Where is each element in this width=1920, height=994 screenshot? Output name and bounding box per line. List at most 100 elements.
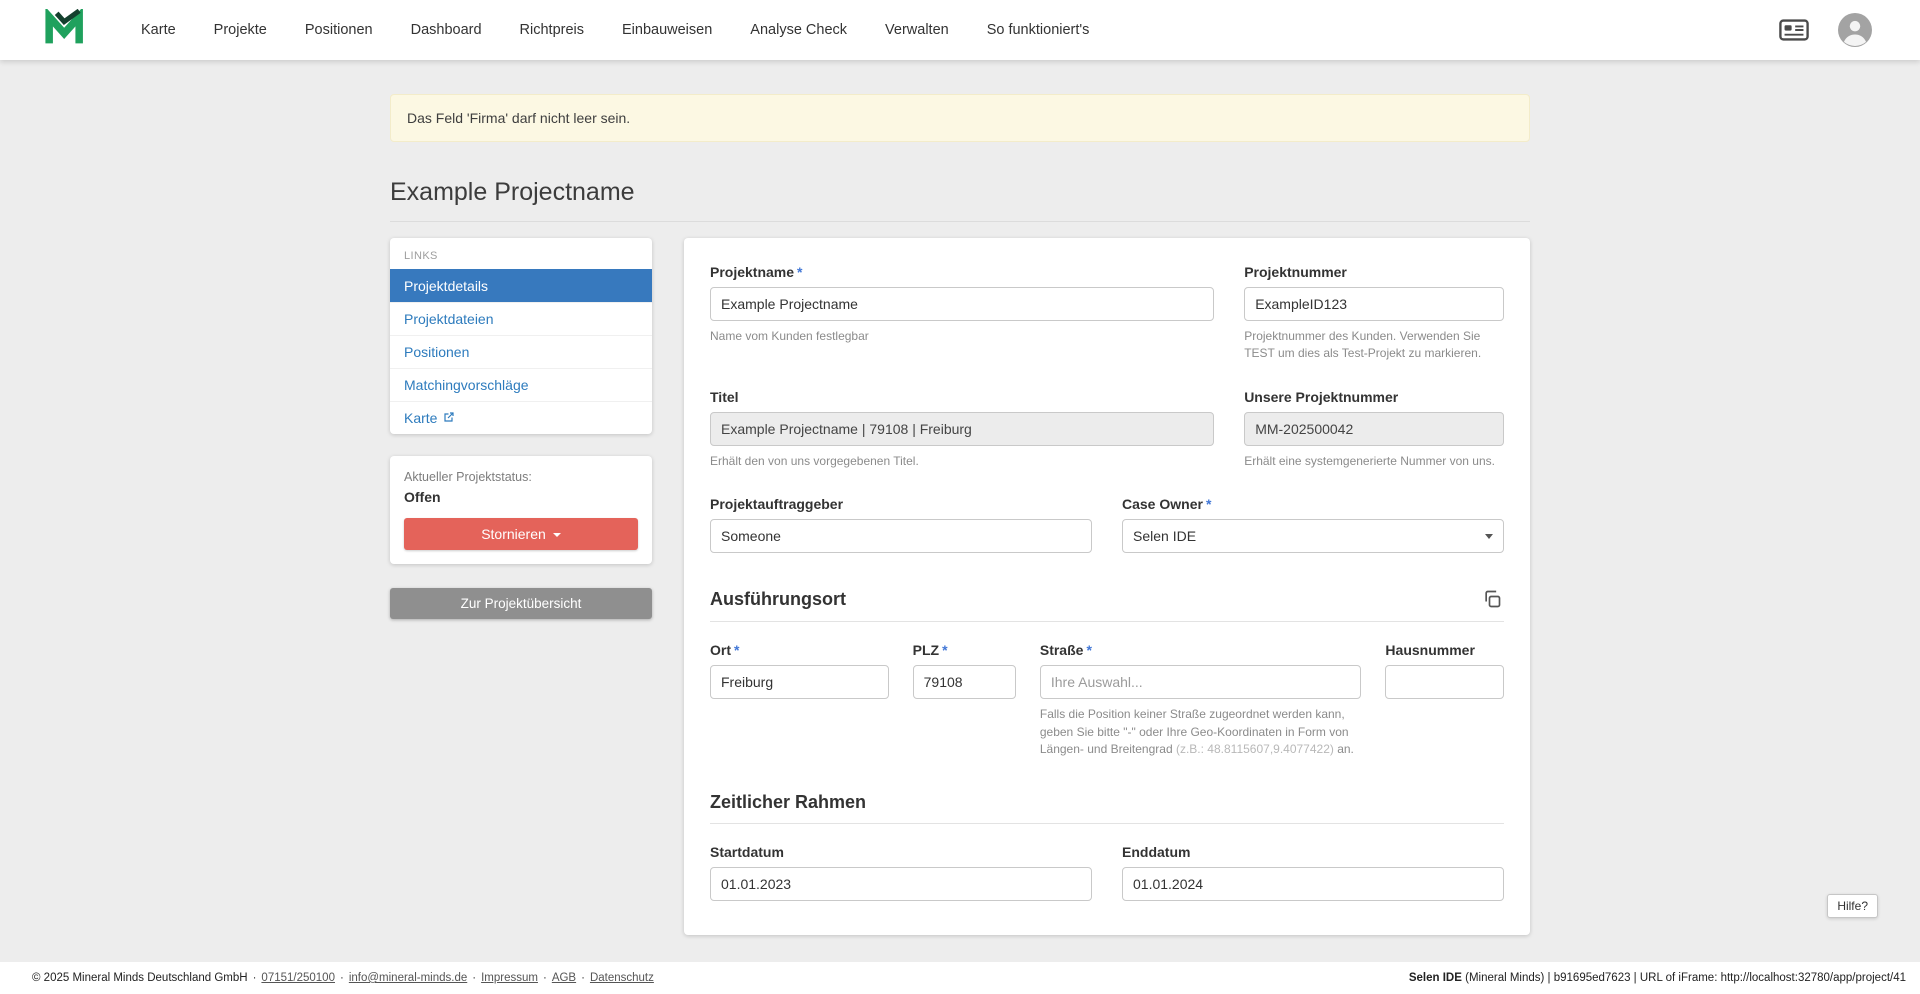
status-label: Aktueller Projektstatus: bbox=[404, 470, 638, 484]
field-plz: PLZ* bbox=[913, 642, 1016, 758]
footer-separator bbox=[576, 972, 590, 984]
project-details-form: Projektname* Name vom Kunden festlegbar … bbox=[684, 238, 1530, 935]
footer-impressum-link[interactable]: Impressum bbox=[481, 972, 538, 984]
footer: © 2025 Mineral Minds Deutschland GmbH 07… bbox=[0, 962, 1920, 994]
validation-alert: Das Feld 'Firma' darf nicht leer sein. bbox=[390, 94, 1530, 142]
ausfuehrungsort-title: Ausführungsort bbox=[710, 589, 846, 610]
projektnummer-hint: Projektnummer des Kunden. Verwenden Sie … bbox=[1244, 328, 1504, 363]
sidebar-item-label: Matchingvorschläge bbox=[404, 377, 529, 393]
stornieren-button[interactable]: Stornieren bbox=[404, 518, 638, 550]
alert-message: Das Feld 'Firma' darf nicht leer sein. bbox=[407, 110, 630, 126]
nav-item-karte[interactable]: Karte bbox=[141, 22, 176, 38]
field-enddatum: Enddatum bbox=[1122, 844, 1504, 901]
case-owner-select[interactable]: Selen IDE bbox=[1122, 519, 1504, 553]
projektauftraggeber-input[interactable] bbox=[710, 519, 1092, 553]
sidebar-item-positionen[interactable]: Positionen bbox=[390, 335, 652, 368]
zur-projektuebersicht-button[interactable]: Zur Projektübersicht bbox=[390, 588, 652, 619]
sidebar-item-label: Projektdetails bbox=[404, 278, 488, 294]
enddatum-label: Enddatum bbox=[1122, 844, 1504, 860]
projektname-input[interactable] bbox=[710, 287, 1214, 321]
nav-item-positionen[interactable]: Positionen bbox=[305, 22, 373, 38]
required-asterisk: * bbox=[942, 642, 947, 658]
projektnummer-label: Projektnummer bbox=[1244, 264, 1504, 280]
footer-agb-link[interactable]: AGB bbox=[552, 972, 576, 984]
sidebar-item-projektdateien[interactable]: Projektdateien bbox=[390, 302, 652, 335]
ort-input[interactable] bbox=[710, 665, 889, 699]
ort-label: Ort* bbox=[710, 642, 889, 658]
sidebar-item-projektdetails[interactable]: Projektdetails bbox=[390, 269, 652, 302]
field-strasse: Straße* Falls die Position keiner Straße… bbox=[1040, 642, 1362, 758]
field-projektnummer: Projektnummer Projektnummer des Kunden. … bbox=[1244, 264, 1504, 363]
mineral-minds-logo-icon bbox=[45, 9, 85, 51]
startdatum-input[interactable] bbox=[710, 867, 1092, 901]
sidebar-item-matchingvorschlaege[interactable]: Matchingvorschläge bbox=[390, 368, 652, 401]
field-startdatum: Startdatum bbox=[710, 844, 1092, 901]
nav-item-so-funktionierts[interactable]: So funktioniert's bbox=[987, 22, 1090, 38]
case-owner-value: Selen IDE bbox=[1133, 528, 1196, 544]
external-link-icon bbox=[443, 410, 455, 426]
navbar-right bbox=[1776, 11, 1874, 49]
footer-email-link[interactable]: info@mineral-minds.de bbox=[349, 972, 467, 984]
plz-label: PLZ* bbox=[913, 642, 1016, 658]
sidebar-item-label: Positionen bbox=[404, 344, 469, 360]
unsere-projektnummer-label: Unsere Projektnummer bbox=[1244, 389, 1504, 405]
top-navbar: Karte Projekte Positionen Dashboard Rich… bbox=[0, 0, 1920, 60]
projektnummer-input[interactable] bbox=[1244, 287, 1504, 321]
plz-input[interactable] bbox=[913, 665, 1016, 699]
section-divider bbox=[710, 823, 1504, 824]
hausnummer-input[interactable] bbox=[1385, 665, 1504, 699]
user-avatar-icon[interactable] bbox=[1836, 11, 1874, 49]
strasse-label: Straße* bbox=[1040, 642, 1362, 658]
card-reader-icon[interactable] bbox=[1776, 15, 1812, 45]
sidebar: LINKS Projektdetails Projektdateien Posi… bbox=[390, 238, 652, 619]
chevron-down-icon bbox=[1485, 534, 1493, 539]
footer-separator bbox=[467, 972, 481, 984]
footer-datenschutz-link[interactable]: Datenschutz bbox=[590, 972, 654, 984]
brand-logo[interactable] bbox=[45, 9, 85, 51]
nav-item-einbauweisen[interactable]: Einbauweisen bbox=[622, 22, 712, 38]
zeitlicher-rahmen-section-header: Zeitlicher Rahmen bbox=[710, 792, 1504, 813]
sidebar-item-label: Karte bbox=[404, 410, 437, 426]
page-content: Das Feld 'Firma' darf nicht leer sein. E… bbox=[0, 60, 1920, 962]
field-case-owner: Case Owner* Selen IDE bbox=[1122, 496, 1504, 553]
nav-item-dashboard[interactable]: Dashboard bbox=[411, 22, 482, 38]
unsere-projektnummer-hint: Erhält eine systemgenerierte Nummer von … bbox=[1244, 453, 1504, 470]
nav-item-richtpreis[interactable]: Richtpreis bbox=[520, 22, 584, 38]
hausnummer-label: Hausnummer bbox=[1385, 642, 1504, 658]
copyright-text: © 2025 Mineral Minds Deutschland GmbH bbox=[32, 972, 248, 984]
strasse-hint: Falls die Position keiner Straße zugeord… bbox=[1040, 706, 1362, 758]
sidebar-item-label: Projektdateien bbox=[404, 311, 494, 327]
field-unsere-projektnummer: Unsere Projektnummer Erhält eine systemg… bbox=[1244, 389, 1504, 470]
links-header: LINKS bbox=[390, 238, 652, 269]
nav-item-projekte[interactable]: Projekte bbox=[214, 22, 267, 38]
stornieren-label: Stornieren bbox=[481, 526, 546, 542]
ausfuehrungsort-section-header: Ausführungsort bbox=[710, 587, 1504, 611]
main-navigation: Karte Projekte Positionen Dashboard Rich… bbox=[141, 22, 1089, 38]
field-hausnummer: Hausnummer bbox=[1385, 642, 1504, 758]
field-titel: Titel Erhält den von uns vorgegebenen Ti… bbox=[710, 389, 1214, 470]
title-divider bbox=[390, 221, 1530, 222]
copy-icon[interactable] bbox=[1480, 587, 1504, 611]
field-projektauftraggeber: Projektauftraggeber bbox=[710, 496, 1092, 553]
footer-separator bbox=[335, 972, 349, 984]
footer-separator bbox=[248, 972, 262, 984]
titel-hint: Erhält den von uns vorgegebenen Titel. bbox=[710, 453, 1214, 470]
nav-item-analyse-check[interactable]: Analyse Check bbox=[750, 22, 847, 38]
case-owner-label: Case Owner* bbox=[1122, 496, 1504, 512]
help-button[interactable]: Hilfe? bbox=[1827, 894, 1878, 918]
back-button-label: Zur Projektübersicht bbox=[461, 596, 582, 611]
unsere-projektnummer-input bbox=[1244, 412, 1504, 446]
links-card: LINKS Projektdetails Projektdateien Posi… bbox=[390, 238, 652, 434]
footer-phone-link[interactable]: 07151/250100 bbox=[261, 972, 335, 984]
projektname-hint: Name vom Kunden festlegbar bbox=[710, 328, 1214, 345]
nav-item-verwalten[interactable]: Verwalten bbox=[885, 22, 949, 38]
enddatum-input[interactable] bbox=[1122, 867, 1504, 901]
startdatum-label: Startdatum bbox=[710, 844, 1092, 860]
strasse-input[interactable] bbox=[1040, 665, 1362, 699]
required-asterisk: * bbox=[734, 642, 739, 658]
section-divider bbox=[710, 621, 1504, 622]
field-ort: Ort* bbox=[710, 642, 889, 758]
sidebar-item-karte[interactable]: Karte bbox=[390, 401, 652, 434]
zeitlicher-rahmen-title: Zeitlicher Rahmen bbox=[710, 792, 866, 813]
status-card: Aktueller Projektstatus: Offen Storniere… bbox=[390, 456, 652, 564]
